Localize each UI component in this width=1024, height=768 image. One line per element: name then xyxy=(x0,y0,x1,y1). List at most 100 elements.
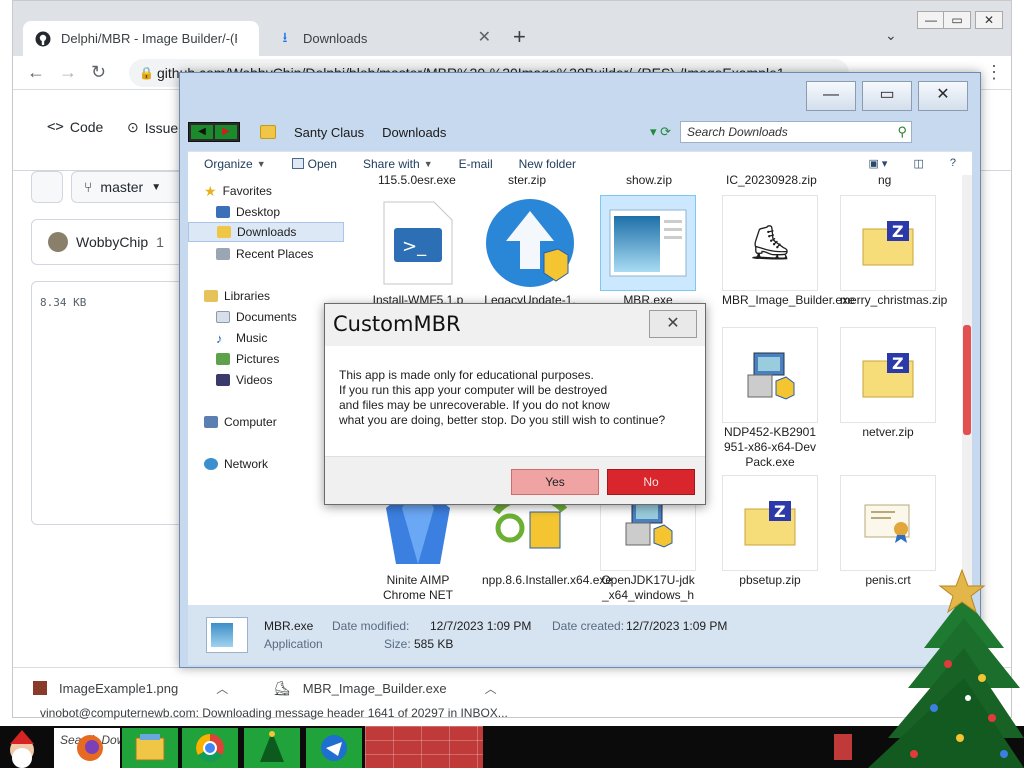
github-tab-code[interactable]: <> Code xyxy=(47,119,103,135)
search-input[interactable]: Search Downloads ⚲ xyxy=(680,121,912,143)
yes-button[interactable]: Yes xyxy=(511,469,599,495)
download-item[interactable]: ⛸ MBR_Image_Builder.exe ︿ xyxy=(253,668,497,708)
share-with-button[interactable]: Share with ▼ xyxy=(347,157,443,171)
organize-button[interactable]: Organize ▼ xyxy=(188,157,276,171)
file-name[interactable]: ster.zip xyxy=(508,175,546,187)
nav-computer[interactable]: Computer xyxy=(204,412,277,432)
certificate-icon xyxy=(840,475,936,571)
message-line: This app is made only for educational pu… xyxy=(339,368,594,382)
svg-text:>_: >_ xyxy=(402,236,427,257)
minimize-button[interactable]: — xyxy=(806,81,856,111)
forward-arrow-icon[interactable]: ▶ xyxy=(215,125,237,139)
file-item[interactable]: >_ Install-WMF5.1.p xyxy=(370,195,466,308)
chrome-icon[interactable] xyxy=(182,728,238,768)
back-forward-buttons[interactable]: ◀ ▶ xyxy=(188,122,240,142)
email-button[interactable]: E-mail xyxy=(443,157,503,171)
close-button[interactable]: ✕ xyxy=(975,11,1003,29)
tab-downloads[interactable]: ⭳ Downloads ✕ xyxy=(265,21,501,56)
nav-favorites[interactable]: ★ Favorites xyxy=(204,181,272,201)
search-icon[interactable]: ⚲ xyxy=(897,124,907,140)
download-item[interactable]: ImageExample1.png ︿ xyxy=(13,668,228,708)
detail-label: Size: xyxy=(384,637,411,651)
file-item[interactable]: NDP452-KB2901951-x86-x64-DevPack.exe xyxy=(722,327,818,470)
santa-start-icon[interactable] xyxy=(0,728,52,768)
nav-desktop[interactable]: Desktop xyxy=(216,202,280,222)
branch-name: master xyxy=(100,179,144,195)
legacy-update-icon xyxy=(482,195,578,291)
file-item[interactable]: Z netver.zip xyxy=(840,327,936,440)
commit-author[interactable]: WobbyChip xyxy=(76,234,148,250)
view-icon[interactable]: ▣ ▾ xyxy=(868,157,887,170)
back-arrow-icon[interactable]: ◀ xyxy=(191,125,213,139)
forward-arrow-icon[interactable]: → xyxy=(59,62,77,83)
chevron-down-icon[interactable]: ⌄ xyxy=(885,27,897,44)
christmas-tree-icon[interactable] xyxy=(244,728,300,768)
nav-pictures[interactable]: Pictures xyxy=(216,349,279,369)
minimize-button[interactable]: — xyxy=(917,11,945,29)
file-explorer-icon[interactable] xyxy=(122,728,178,768)
open-button[interactable]: Open xyxy=(276,157,347,171)
no-button[interactable]: No xyxy=(607,469,695,495)
svg-text:Z: Z xyxy=(774,502,786,521)
reload-icon[interactable]: ↻ xyxy=(91,62,106,83)
help-icon[interactable]: ? xyxy=(950,157,956,170)
file-item-selected[interactable]: MBR.exe xyxy=(600,195,696,308)
nav-network[interactable]: Network xyxy=(204,454,268,474)
vertical-scrollbar[interactable] xyxy=(962,175,972,605)
nav-downloads[interactable]: Downloads xyxy=(188,222,344,242)
github-tab-issues[interactable]: ⊙ Issue xyxy=(127,119,178,136)
pictures-icon xyxy=(216,353,230,365)
tab-github[interactable]: Delphi/MBR - Image Builder/-(RE xyxy=(23,21,259,56)
scrollbar-thumb[interactable] xyxy=(963,325,971,435)
file-item[interactable]: LegacyUpdate-1. xyxy=(482,195,578,308)
detail-date-modified: 12/7/2023 1:09 PM xyxy=(430,619,532,633)
image-file-icon xyxy=(33,681,47,695)
maximize-button[interactable]: ▭ xyxy=(862,81,912,111)
close-icon[interactable]: ✕ xyxy=(649,310,697,338)
nav-videos[interactable]: Videos xyxy=(216,370,272,390)
breadcrumb-item[interactable]: Santy Claus xyxy=(294,125,364,140)
new-folder-button[interactable]: New folder xyxy=(503,157,586,171)
nav-documents[interactable]: Documents xyxy=(216,307,297,327)
christmas-tree-decoration xyxy=(864,568,1024,768)
file-name[interactable]: IC_20230928.zip xyxy=(726,175,817,187)
button-label: E-mail xyxy=(458,156,493,171)
installer-icon xyxy=(722,327,818,423)
nav-label: Pictures xyxy=(236,352,280,366)
download-item-name: MBR_Image_Builder.exe xyxy=(302,680,447,696)
branch-selector[interactable]: ⑂ master ▼ xyxy=(71,171,191,203)
file-name[interactable]: 115.5.0esr.exe xyxy=(378,175,456,187)
file-name: Ninite AIMP Chrome NET Desktop Runtime xyxy=(382,573,453,602)
chevron-up-icon[interactable]: ︿ xyxy=(485,680,497,697)
file-item[interactable]: ⛸ MBR_Image_Builder.exe xyxy=(722,195,855,308)
folder-icon xyxy=(217,226,231,238)
chevron-down-icon: ▼ xyxy=(423,158,433,169)
new-tab-button[interactable]: + xyxy=(513,25,526,49)
file-name[interactable]: show.zip xyxy=(626,175,672,187)
file-item[interactable]: Z pbsetup.zip xyxy=(722,475,818,588)
close-tab-icon[interactable]: ✕ xyxy=(478,30,491,46)
back-arrow-icon[interactable]: ← xyxy=(27,62,45,83)
computer-icon xyxy=(204,416,218,428)
close-button[interactable]: ✕ xyxy=(918,81,968,111)
nav-libraries[interactable]: Libraries xyxy=(204,286,270,306)
code-icon: <> xyxy=(47,119,64,135)
refresh-icon[interactable]: ▾ ⟳ xyxy=(650,124,680,140)
chevron-up-icon[interactable]: ︿ xyxy=(216,680,228,697)
preview-pane-icon[interactable]: ◫ xyxy=(913,157,923,170)
file-name: npp.8.6.Installer.x64.exe xyxy=(482,573,613,587)
breadcrumb-item[interactable]: Downloads xyxy=(382,125,446,140)
thunderbird-icon[interactable] xyxy=(306,728,362,768)
maximize-button[interactable]: ▭ xyxy=(943,11,971,29)
nav-recent-places[interactable]: Recent Places xyxy=(216,244,313,264)
breadcrumb[interactable]: Santy Claus Downloads xyxy=(260,125,650,140)
button-label: Share with xyxy=(362,156,420,171)
nav-music[interactable]: ♪ Music xyxy=(216,328,267,348)
file-name: netver.zip xyxy=(862,425,914,439)
sidebar-toggle-button[interactable] xyxy=(31,171,63,203)
desktop: Delphi/MBR - Image Builder/-(RE ⭳ Downlo… xyxy=(0,0,1024,768)
firefox-icon[interactable] xyxy=(62,728,116,768)
menu-dots-icon[interactable]: ⋮ xyxy=(985,62,1003,83)
file-name[interactable]: ng xyxy=(878,175,891,187)
file-item[interactable]: Z merry_christmas.zip xyxy=(840,195,947,308)
